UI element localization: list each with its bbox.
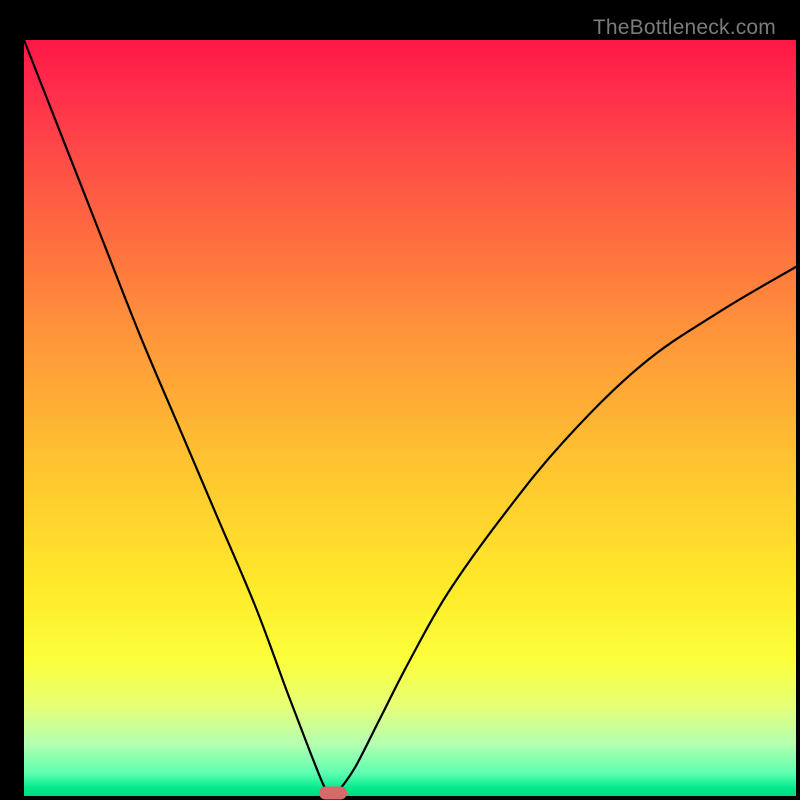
bottleneck-curve [24, 40, 796, 796]
watermark-text: TheBottleneck.com [593, 16, 776, 40]
chart-frame: TheBottleneck.com [10, 10, 790, 790]
plot-area [24, 40, 796, 796]
optimal-marker [319, 787, 347, 800]
